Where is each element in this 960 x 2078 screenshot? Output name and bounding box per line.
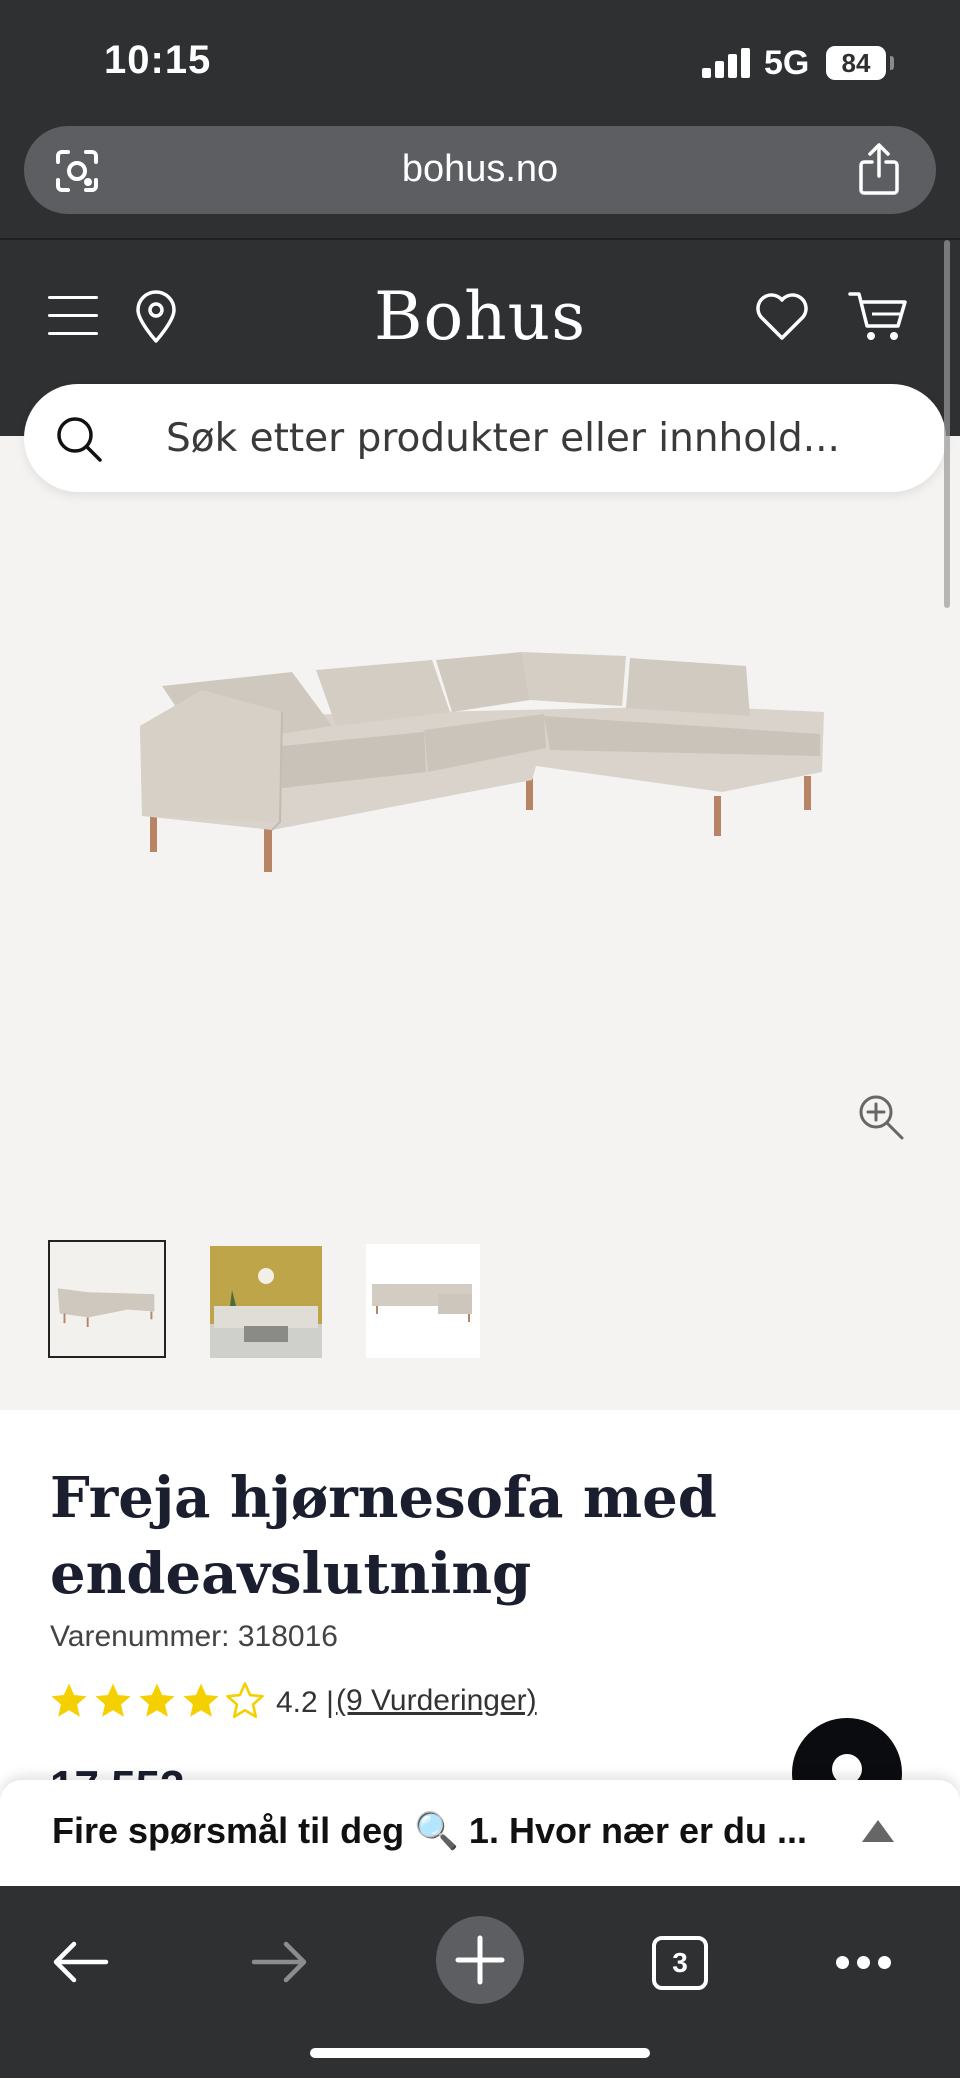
share-icon[interactable] <box>858 142 900 196</box>
new-tab-button[interactable] <box>436 1916 524 2004</box>
back-arrow-icon[interactable] <box>50 1938 110 1986</box>
star-filled-icon <box>183 1683 219 1717</box>
product-sku: Varenummer: 318016 <box>50 1620 338 1653</box>
rating-value: 4.2 | <box>276 1686 334 1719</box>
star-filled-icon <box>139 1683 175 1717</box>
thumbnail-2[interactable] <box>210 1246 322 1358</box>
thumbnail-sofa-icon <box>57 1288 155 1328</box>
url-text[interactable]: bohus.no <box>24 148 936 191</box>
wishlist-heart-icon[interactable] <box>754 290 810 342</box>
more-options-icon[interactable] <box>836 1956 892 1970</box>
thumbnail-room-icon <box>210 1246 322 1358</box>
expand-caret-icon[interactable] <box>862 1820 894 1842</box>
status-bar: 10:15 5G 84 <box>0 0 960 118</box>
thumbnail-3[interactable] <box>366 1244 480 1358</box>
forward-arrow-icon[interactable] <box>250 1938 310 1986</box>
page: 10:15 5G 84 bohus.no Bohus Søk etter pro… <box>0 0 960 2078</box>
plus-icon <box>455 1935 505 1985</box>
thumbnail-sofa-front-icon <box>372 1284 472 1322</box>
status-time: 10:15 <box>104 38 212 82</box>
search-input[interactable] <box>166 408 906 468</box>
network-label: 5G <box>764 44 810 82</box>
star-filled-icon <box>51 1683 87 1717</box>
star-empty-icon <box>226 1682 264 1719</box>
product-gallery[interactable] <box>0 436 960 1410</box>
address-bar[interactable]: bohus.no <box>24 126 936 214</box>
search-icon[interactable] <box>54 414 104 464</box>
battery-tip <box>890 56 894 70</box>
search-bar[interactable] <box>24 384 946 492</box>
shopping-cart-icon[interactable] <box>848 288 908 344</box>
battery-icon: 84 <box>826 46 886 80</box>
reviews-link[interactable]: (9 Vurderinger) <box>336 1684 537 1718</box>
tab-switcher-button[interactable]: 3 <box>652 1936 708 1990</box>
thumbnail-1[interactable] <box>48 1240 166 1358</box>
browser-toolbar: 3 <box>0 1886 960 2078</box>
signal-icon <box>702 48 750 78</box>
zoom-icon[interactable] <box>856 1092 906 1142</box>
product-title: Freja hjørnesofa med endeavslutning <box>50 1465 717 1607</box>
questionnaire-text[interactable]: Fire spørsmål til deg 🔍 1. Hvor nær er d… <box>52 1810 807 1852</box>
questionnaire-bar[interactable]: Fire spørsmål til deg 🔍 1. Hvor nær er d… <box>0 1780 960 1886</box>
site-logo[interactable]: Bohus <box>0 278 960 355</box>
star-filled-icon <box>95 1683 131 1717</box>
product-image[interactable] <box>132 616 832 886</box>
rating-stars[interactable] <box>48 1680 268 1724</box>
home-indicator[interactable] <box>310 2048 650 2058</box>
scrollbar[interactable] <box>944 240 950 608</box>
